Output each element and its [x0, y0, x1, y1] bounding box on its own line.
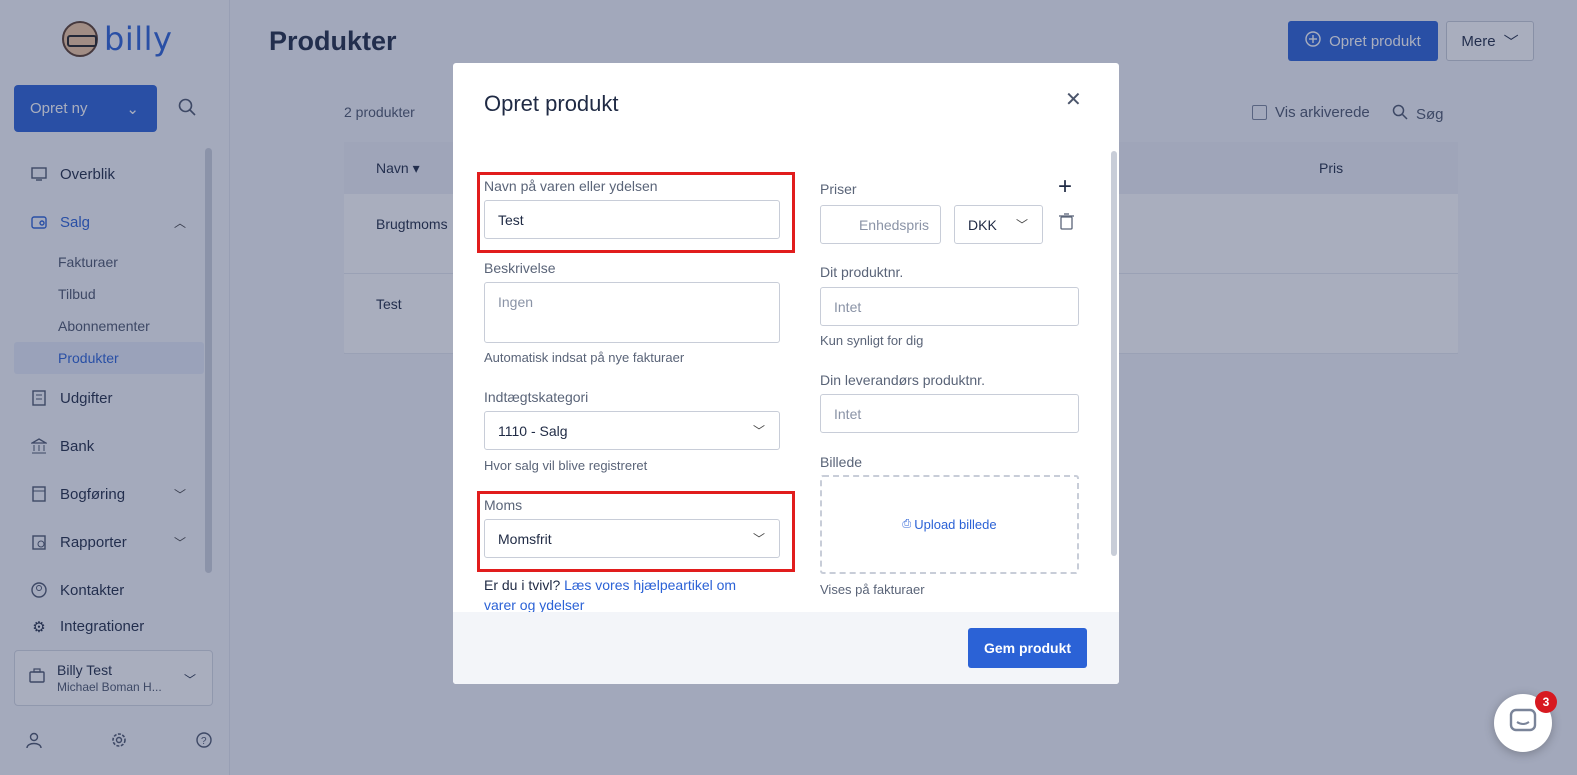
name-label: Navn på varen eller ydelsen [484, 178, 658, 194]
vat-label: Moms [484, 497, 523, 513]
unit-price-input[interactable]: Enhedspris [820, 205, 941, 244]
description-label: Beskrivelse [484, 260, 556, 276]
chevron-down-icon: ﹀ [752, 424, 765, 438]
product-number-placeholder: Intet [834, 298, 862, 315]
help-text: Er du i tvivl? Læs vores hjælpeartikel o… [484, 575, 764, 615]
upload-image-label: Upload billede [914, 517, 997, 532]
trash-icon[interactable] [1059, 213, 1074, 235]
currency-select[interactable]: DKK ﹀ [954, 205, 1043, 244]
revenue-category-value: 1110 - Salg [498, 422, 568, 439]
supplier-number-label: Din leverandørs produktnr. [820, 372, 985, 388]
description-placeholder: Ingen [498, 294, 534, 310]
modal-footer: Gem produkt [453, 612, 1119, 684]
upload-image-dropzone[interactable]: ⎙ Upload billede [820, 475, 1079, 574]
name-input-value: Test [498, 211, 524, 228]
chevron-down-icon: ﹀ [1015, 218, 1028, 232]
help-prefix: Er du i tvivl? [484, 577, 561, 593]
supplier-number-input[interactable]: Intet [820, 394, 1079, 433]
revenue-category-label: Indtægtskategori [484, 389, 589, 405]
unit-price-placeholder: Enhedspris [858, 216, 929, 233]
product-number-label: Dit produktnr. [820, 264, 904, 280]
add-price-icon[interactable]: + [1058, 173, 1072, 201]
name-input[interactable]: Test [484, 200, 780, 239]
create-product-modal: Opret produkt ✕ Navn på varen eller ydel… [453, 63, 1119, 684]
notification-badge: 3 [1535, 691, 1557, 713]
vat-value: Momsfrit [498, 530, 552, 547]
prices-label: Priser [820, 181, 857, 197]
description-textarea[interactable]: Ingen [484, 282, 780, 343]
vat-select[interactable]: Momsfrit ﹀ [484, 519, 780, 558]
upload-icon: ⎙ [902, 518, 912, 530]
currency-value: DKK [968, 216, 997, 233]
revenue-category-hint: Hvor salg vil blive registreret [484, 458, 648, 473]
modal-title: Opret produkt [484, 91, 619, 116]
revenue-category-select[interactable]: 1110 - Salg ﹀ [484, 411, 780, 450]
chat-icon [1509, 708, 1537, 739]
description-hint: Automatisk indsat på nye fakturaer [484, 350, 685, 365]
product-number-input[interactable]: Intet [820, 287, 1079, 326]
chevron-down-icon: ﹀ [752, 532, 765, 546]
product-number-hint: Kun synligt for dig [820, 333, 924, 348]
save-product-button[interactable]: Gem produkt [968, 628, 1087, 668]
image-label: Billede [820, 454, 863, 470]
close-icon[interactable]: ✕ [1065, 87, 1082, 112]
image-hint: Vises på fakturaer [820, 582, 925, 597]
supplier-number-placeholder: Intet [834, 405, 862, 422]
modal-scrollbar[interactable] [1111, 151, 1117, 556]
